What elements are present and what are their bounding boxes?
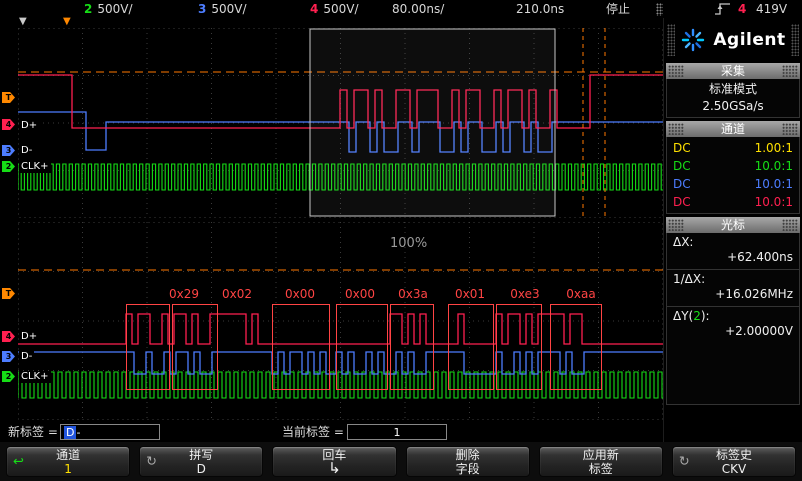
hex-annotation: 0x00 (280, 288, 320, 301)
trigger-level-marker-top[interactable]: T (2, 92, 15, 103)
zoom-window[interactable] (310, 29, 555, 216)
trace-label-dplus-top: D+ (19, 120, 39, 132)
status-bar: 2500V/ 3500V/ 4500V/ 80.00ns/ 210.0ns 停止… (0, 0, 802, 18)
channel-row-0: DC1.00:1 (673, 139, 793, 157)
channel-row-3: DC10.0:1 (673, 193, 793, 211)
softkey-apply-new-label[interactable]: 应用新 标签 (539, 446, 663, 477)
channel2-position-marker-bottom[interactable]: 2 (2, 371, 15, 382)
statusbar-grip (656, 3, 663, 16)
cycle-icon: ↻ (146, 454, 157, 469)
channel2-scale: 2500V/ (84, 2, 133, 16)
channel3-scale: 3500V/ (198, 2, 247, 16)
current-label-value: 1 (394, 426, 401, 439)
channel4-number: 4 (310, 2, 318, 16)
timebase-readout: 80.00ns/ (392, 2, 444, 16)
hex-annotation: 0xaa (561, 288, 601, 301)
trigger-level-marker-bottom[interactable]: T (2, 288, 15, 299)
channel4-scale: 4500V/ (310, 2, 359, 16)
trace-label-clk-top: CLK+ (19, 161, 51, 173)
byte-box (390, 304, 434, 390)
softkey-spell[interactable]: ↻ 拼写 D (139, 446, 263, 477)
byte-box (126, 304, 170, 390)
waveform-panel-overview (18, 28, 663, 218)
sidebar: Agilent 采集 标准模式 2.50GSa/s 通道 DC1.00:1 DC… (663, 18, 802, 442)
new-label-input[interactable]: D - (60, 424, 160, 440)
brand-name: Agilent (713, 30, 785, 50)
current-label-input[interactable]: 1 (347, 424, 447, 440)
new-label-caption: 新标签 = (8, 425, 58, 439)
label-edit-row: 新标签 = D - 当前标签 = 1 (0, 423, 663, 442)
softkey-label-history[interactable]: ↻ 标签史 CKV (672, 446, 796, 477)
trigger-edge-icon (714, 2, 731, 16)
softkey-enter[interactable]: 回车 ↳ (272, 446, 396, 477)
byte-box (336, 304, 388, 390)
softkey-menu: ↩ 通道 1 ↻ 拼写 D 回车 ↳ 删除 字段 应用新 标签 ↻ 标签史 CK… (0, 442, 802, 481)
trace-label-dplus-bottom: D+ (19, 331, 39, 343)
new-label-rest: - (76, 426, 80, 439)
hex-annotation: 0x01 (450, 288, 490, 301)
channel-row-2: DC10.0:1 (673, 175, 793, 193)
trace-label-dminus-top: D- (19, 145, 34, 157)
channels-section: 通道 DC1.00:1 DC10.0:1 DC10.0:1 DC10.0:1 (666, 121, 800, 214)
trace-label-dminus-bottom: D- (19, 351, 34, 363)
sample-rate: 2.50GSa/s (673, 98, 793, 115)
zoom-percentage: 100% (390, 236, 427, 251)
new-label-selected-char: D (64, 426, 76, 439)
channels-header: 通道 (666, 121, 800, 137)
channel2-number: 2 (84, 2, 92, 16)
run-state: 停止 (606, 2, 630, 16)
channel3-number: 3 (198, 2, 206, 16)
dy-channel: 2 (693, 309, 701, 323)
cycle-icon: ↻ (679, 454, 690, 469)
acquisition-section: 采集 标准模式 2.50GSa/s (666, 63, 800, 118)
byte-box (448, 304, 494, 390)
brand-logo: Agilent (667, 20, 799, 60)
acquisition-header: 采集 (666, 63, 800, 79)
trigger-time-marker[interactable]: ▼ (63, 17, 71, 27)
hex-annotation: 0x3a (393, 288, 433, 301)
cursors-header: 光标 (666, 217, 800, 233)
channel2-position-marker-top[interactable]: 2 (2, 161, 15, 172)
channel4-position-marker-bottom[interactable]: 4 (2, 331, 15, 342)
hex-annotation: 0x29 (164, 288, 204, 301)
trace-label-clk-bottom: CLK+ (19, 371, 51, 383)
byte-box (172, 304, 218, 390)
acquisition-mode: 标准模式 (673, 81, 793, 98)
channel-row-1: DC10.0:1 (673, 157, 793, 175)
channel3-position-marker-bottom[interactable]: 3 (2, 351, 15, 362)
oscilloscope-screen: 2500V/ 3500V/ 4500V/ 80.00ns/ 210.0ns 停止… (0, 0, 802, 481)
cursor-inv-dx: 1/ΔX: +16.026MHz (667, 270, 799, 307)
time-reference-marker: ▼ (19, 17, 27, 27)
cursors-section: 光标 ΔX: +62.400ns 1/ΔX: +16.026MHz ΔY(2):… (666, 217, 800, 405)
softkey-delete-field[interactable]: 删除 字段 (406, 446, 530, 477)
delay-readout: 210.0ns (516, 2, 564, 16)
channel4-position-marker-top[interactable]: 4 (2, 119, 15, 130)
hex-annotation: 0x02 (217, 288, 257, 301)
trigger-level: 419V (756, 2, 787, 16)
current-label-caption: 当前标签 = (282, 425, 344, 439)
hex-annotation: 0x00 (340, 288, 380, 301)
channel3-position-marker-top[interactable]: 3 (2, 145, 15, 156)
back-icon: ↩ (13, 454, 24, 469)
byte-box (272, 304, 330, 390)
byte-box (496, 304, 542, 390)
cursor-dx: ΔX: +62.400ns (667, 233, 799, 270)
byte-box (550, 304, 602, 390)
softkey-channel[interactable]: ↩ 通道 1 (6, 446, 130, 477)
agilent-spark-icon (680, 27, 706, 53)
trigger-source: 4 (738, 2, 746, 16)
hex-annotation: 0xe3 (505, 288, 545, 301)
enter-arrow-icon: ↳ (328, 462, 341, 475)
cursor-dy: ΔY(2): +2.00000V (667, 307, 799, 343)
